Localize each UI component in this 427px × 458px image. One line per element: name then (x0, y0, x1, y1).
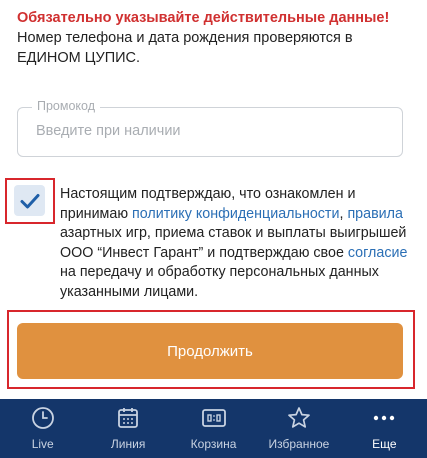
consent-text: Настоящим подтверждаю, что ознакомлен и … (60, 185, 410, 302)
tab-more[interactable]: Еще (342, 399, 427, 458)
consent-checkbox[interactable] (14, 185, 45, 216)
tab-label: Корзина (190, 437, 237, 451)
clock-icon (31, 407, 54, 429)
notice: Обязательно указывайте действительные да… (17, 8, 417, 68)
tab-live[interactable]: Live (0, 399, 85, 458)
checkmark-icon (20, 193, 39, 208)
promo-field[interactable]: Промокод (17, 99, 403, 157)
tab-label: Линия (110, 437, 146, 451)
tab-label: Live (31, 437, 54, 451)
tab-favorites[interactable]: Избранное (256, 399, 341, 458)
tab-label: Избранное (268, 437, 330, 451)
tab-label: Еще (372, 437, 397, 451)
info-text: Номер телефона и дата рождения проверяют… (17, 30, 353, 66)
bottom-tab-bar: Live Линия Корзина Избранное Еще (0, 399, 427, 458)
coupon-icon (201, 409, 226, 427)
tab-line[interactable]: Линия (85, 399, 170, 458)
warning-text: Обязательно указывайте действительные да… (17, 10, 390, 26)
promo-input[interactable] (34, 122, 378, 140)
tab-cart[interactable]: Корзина (171, 399, 256, 458)
calendar-icon (118, 408, 139, 428)
more-icon (374, 415, 395, 421)
promo-label: Промокод (32, 99, 101, 113)
star-icon (288, 407, 310, 428)
privacy-policy-link[interactable]: политику конфиденциальности (132, 206, 339, 222)
consent-text-part: на передачу и обработку персональных дан… (60, 264, 379, 300)
continue-button[interactable]: Продолжить (17, 323, 403, 379)
rules-link[interactable]: правила (347, 206, 403, 222)
consent-link[interactable]: согласие (348, 245, 408, 261)
